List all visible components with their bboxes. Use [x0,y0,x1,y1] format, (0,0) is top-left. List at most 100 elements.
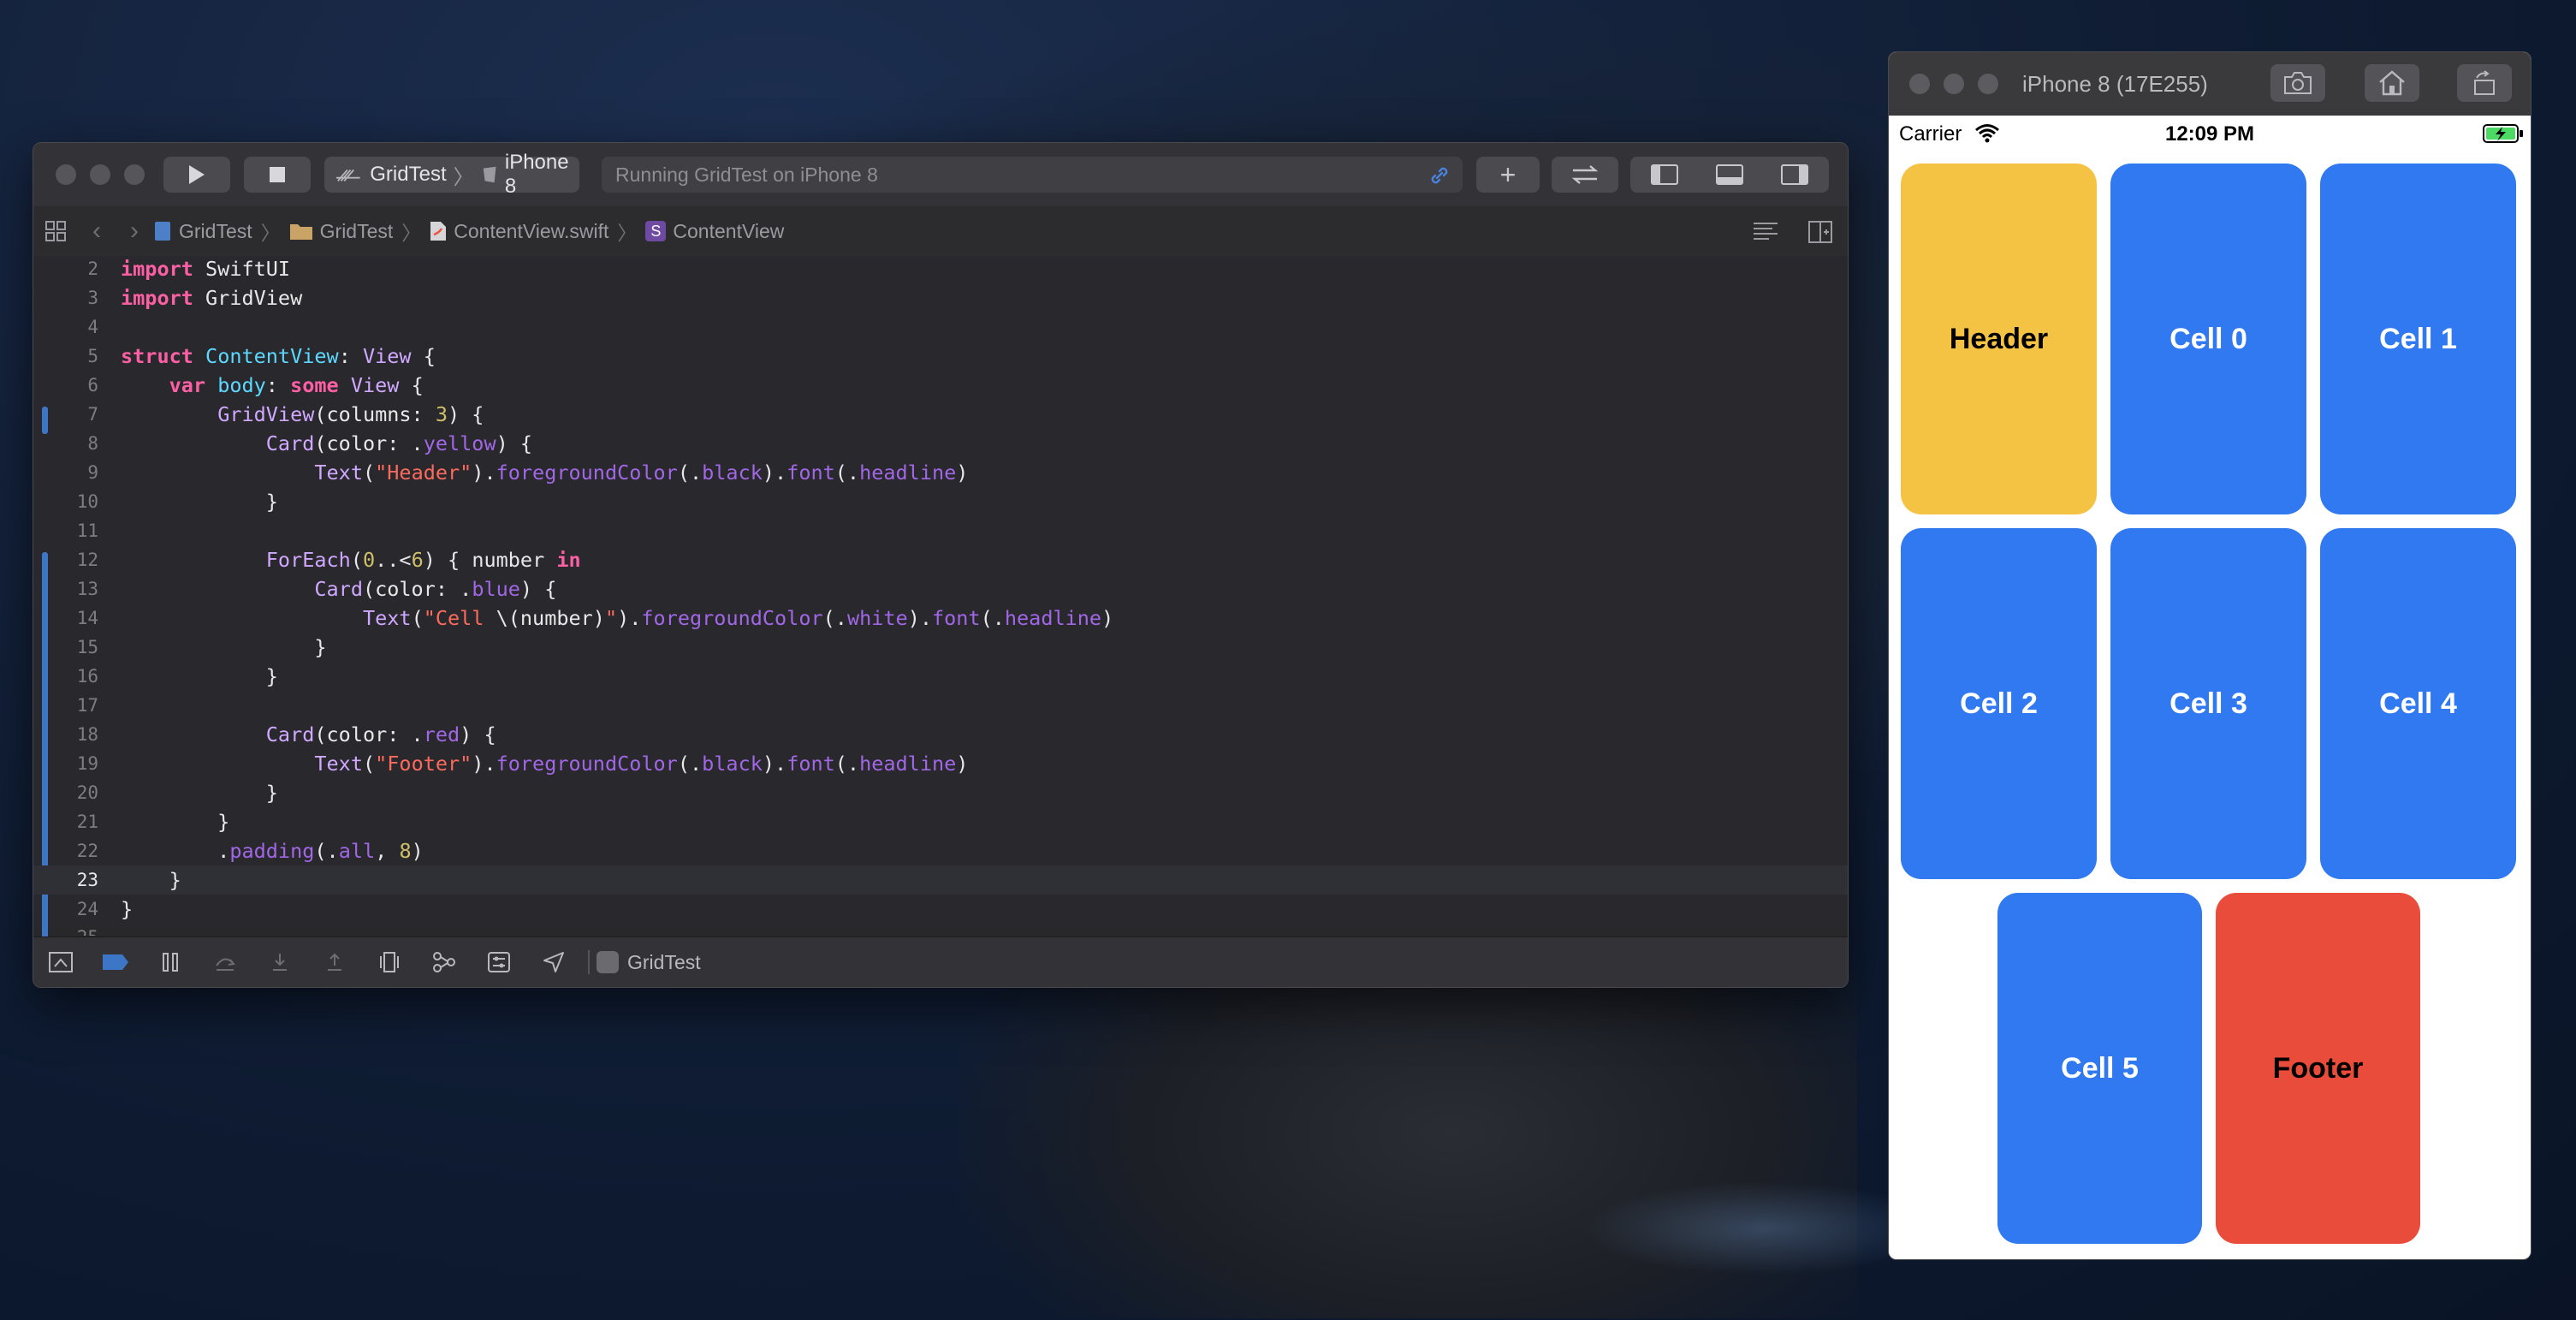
code-line: 10 } [76,490,278,514]
simulator-title: iPhone 8 (17E255) [2022,71,2208,97]
debug-process-selector[interactable]: GridTest [597,951,701,974]
breadcrumb-project[interactable]: GridTest [153,220,252,243]
stop-button[interactable] [244,157,311,193]
cell-card: Cell 2 [1901,528,2097,879]
code-line: 6 var body: some View { [87,373,424,397]
related-items-button[interactable] [33,220,78,242]
ios-status-bar: Carrier 12:09 PM [1889,116,2531,150]
minimize-window-button[interactable] [90,164,110,185]
battery-charging-icon [2483,124,2523,143]
simulate-location-button[interactable] [526,951,581,973]
memory-graph-icon [433,952,455,972]
location-arrow-icon [543,952,564,972]
home-button[interactable] [2365,64,2419,102]
struct-symbol-icon: S [645,221,667,241]
zoom-window-button[interactable] [1978,74,1998,94]
grid-icon [45,221,66,241]
screenshot-button[interactable] [2270,64,2325,102]
code-line: 3 import GridView [87,286,303,310]
code-line: 2 import SwiftUI [87,257,291,281]
pause-icon [163,953,178,972]
camera-icon [2284,72,2312,94]
cell-label: Cell 2 [1960,687,2038,720]
forward-icon[interactable]: › [116,217,153,246]
stop-icon [270,167,285,182]
footer-card: Footer [2216,893,2420,1244]
code-line-current: 23 } [33,865,1848,895]
breadcrumb-separator: 〉 [401,222,422,244]
step-into-button[interactable] [252,952,307,972]
step-out-icon [328,953,341,971]
editor-options-button[interactable] [1752,221,1779,247]
cell-card: Cell 3 [2110,528,2306,879]
toggle-navigator-button[interactable] [1632,164,1697,185]
step-over-icon [216,958,235,971]
zoom-window-button[interactable] [124,164,145,185]
simulator-window: iPhone 8 (17E255) Carrier 12:09 PM Heade… [1888,51,2531,1260]
cell-label: Cell 4 [2379,687,2457,720]
footer-label: Footer [2272,1051,2364,1085]
code-line: 19 Text("Footer").foregroundColor(.black… [76,752,969,776]
xcode-toolbar: GridTest 〉 iPhone 8 Running GridTest on … [33,143,1848,207]
project-icon [155,222,170,241]
run-button[interactable] [163,157,230,193]
cell-card: Cell 5 [1997,893,2202,1244]
jump-bar: ‹ › GridTest 〉 GridTest 〉 ContentView.sw… [33,206,1848,257]
close-window-button[interactable] [56,164,76,185]
code-line: 18 Card(color: .red) { [76,722,496,746]
toggle-inspector-button[interactable] [1762,164,1827,185]
scheme-selector[interactable]: GridTest 〉 iPhone 8 [324,151,579,198]
code-line: 5 struct ContentView: View { [87,344,436,368]
step-over-button[interactable] [198,952,252,972]
code-line: 11 [76,520,98,541]
code-line: 21 } [76,810,230,834]
plus-icon: + [1499,158,1517,190]
step-out-button[interactable] [307,952,362,972]
home-icon [2379,70,2405,96]
memory-graph-button[interactable] [417,951,472,973]
breadcrumb-file[interactable]: ContentView.swift [430,220,608,243]
pause-button[interactable] [143,952,198,972]
minimize-window-button[interactable] [1944,74,1964,94]
xcode-window: GridTest 〉 iPhone 8 Running GridTest on … [33,142,1849,988]
iphone-device-icon [483,166,496,183]
code-line: 7 GridView(columns: 3) { [87,402,484,426]
add-editor-button[interactable] [1808,221,1832,248]
divider [588,950,590,974]
split-editor-icon [1808,221,1832,243]
play-icon [189,165,205,184]
hide-debug-area-button[interactable] [33,952,88,972]
cell-card: Cell 1 [2320,164,2516,514]
cell-label: Cell 0 [2169,322,2247,355]
close-window-button[interactable] [1909,74,1930,94]
breadcrumb-folder[interactable]: GridTest [289,220,393,243]
breadcrumb-separator: 〉 [617,222,638,244]
app-icon [597,951,619,973]
view-hierarchy-icon [380,952,399,972]
code-line: 9 Text("Header").foregroundColor(.black)… [87,461,969,485]
add-library-button[interactable]: + [1476,157,1540,193]
back-icon[interactable]: ‹ [78,217,116,246]
app-scheme-icon [336,169,360,181]
rotate-button[interactable] [2457,64,2512,102]
left-panel-icon [1651,164,1678,185]
breakpoint-icon [103,954,128,970]
rotate-icon [2474,70,2495,95]
debug-area-icon [49,952,73,972]
environment-overrides-button[interactable] [472,951,526,973]
swift-file-icon [430,222,447,241]
code-editor[interactable]: 2 import SwiftUI 3 import GridView 4 5 s… [33,256,1848,987]
bottom-panel-icon [1716,164,1743,185]
cell-card: Cell 0 [2110,164,2306,514]
view-debugger-button[interactable] [362,951,417,973]
code-line: 16 } [76,664,278,688]
debug-bar: GridTest [33,936,1848,987]
chevron-right-icon: 〉 [453,165,474,189]
cell-label: Cell 3 [2169,687,2247,720]
code-line: 17 [76,695,98,716]
breadcrumb-symbol[interactable]: S ContentView [645,220,784,243]
toggle-debug-area-button[interactable] [1697,164,1762,185]
breakpoints-toggle[interactable] [88,954,143,971]
code-review-button[interactable] [1552,157,1618,193]
code-line: 20 } [76,781,278,805]
